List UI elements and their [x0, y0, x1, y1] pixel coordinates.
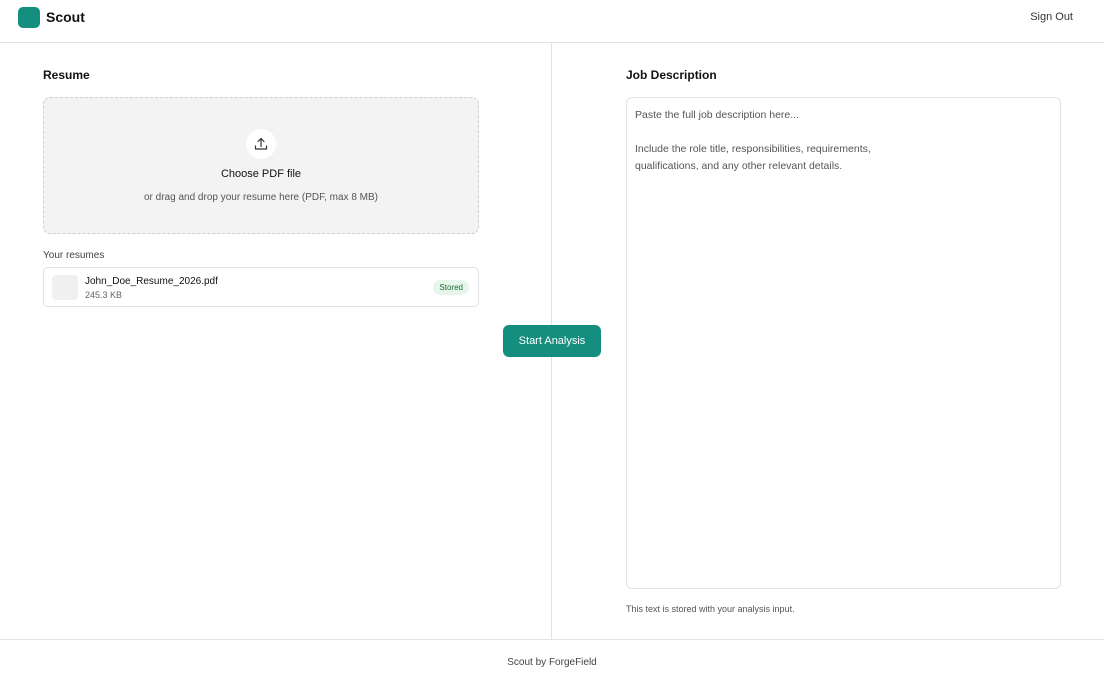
your-resumes-label: Your resumes [43, 250, 105, 261]
job-description-input[interactable] [626, 97, 1061, 589]
upload-icon [246, 129, 276, 159]
footer-text: Scout by ForgeField [507, 657, 597, 668]
job-description-footnote: This text is stored with your analysis i… [626, 604, 795, 614]
top-bar: Scout Sign Out [0, 0, 1104, 43]
dropzone-hint: or drag and drop your resume here (PDF, … [144, 192, 378, 203]
file-name: John_Doe_Resume_2026.pdf [85, 276, 218, 287]
resume-dropzone[interactable]: Choose PDF file or drag and drop your re… [43, 97, 479, 234]
job-description-title: Job Description [626, 68, 717, 82]
footer: Scout by ForgeField [0, 639, 1104, 676]
logo-icon [18, 7, 40, 28]
file-thumbnail [52, 275, 78, 300]
file-size: 245.3 KB [85, 290, 123, 300]
status-badge: Stored [433, 280, 469, 295]
start-analysis-button[interactable]: Start Analysis [503, 325, 601, 357]
app-name: Scout [46, 9, 85, 25]
sign-out-button[interactable]: Sign Out [1030, 11, 1073, 23]
resume-section-title: Resume [43, 68, 90, 82]
choose-pdf-label[interactable]: Choose PDF file [44, 168, 478, 180]
resume-list-item[interactable]: John_Doe_Resume_2026.pdf 245.3 KB Stored [43, 267, 479, 307]
